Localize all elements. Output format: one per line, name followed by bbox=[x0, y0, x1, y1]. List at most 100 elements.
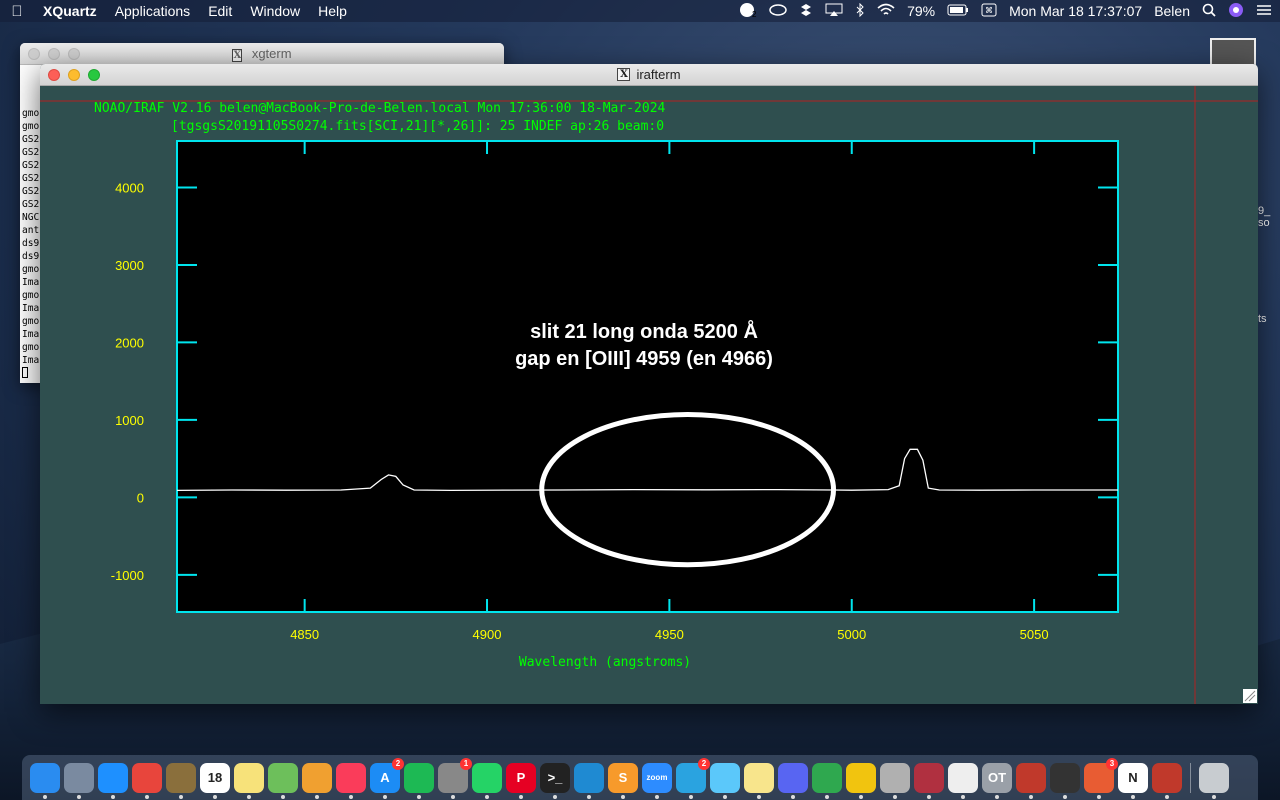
zoom-label: zoom bbox=[646, 773, 668, 782]
menu-bar:  XQuartz Applications Edit Window Help … bbox=[0, 0, 1280, 22]
archive-icon[interactable] bbox=[880, 762, 910, 799]
notes-icon[interactable] bbox=[234, 762, 264, 799]
running-indicator bbox=[587, 794, 591, 799]
menu-applications[interactable]: Applications bbox=[106, 3, 200, 19]
resize-grip[interactable] bbox=[1243, 689, 1257, 703]
notion-label: N bbox=[1128, 770, 1138, 785]
xgterm-line: ds9 bbox=[22, 251, 40, 262]
siri-icon[interactable] bbox=[1228, 2, 1244, 21]
menu-edit[interactable]: Edit bbox=[199, 3, 241, 19]
sublime-icon[interactable]: S bbox=[608, 762, 638, 799]
wifi-icon[interactable] bbox=[877, 3, 895, 20]
running-indicator bbox=[519, 794, 523, 799]
menu-app-name[interactable]: XQuartz bbox=[34, 3, 106, 19]
galaxy-icon[interactable] bbox=[914, 762, 944, 799]
ds9-icon[interactable]: OT bbox=[982, 762, 1012, 799]
circle-app-icon[interactable] bbox=[812, 762, 842, 799]
control-center-icon[interactable] bbox=[1256, 3, 1272, 20]
cat-app-icon[interactable] bbox=[846, 762, 876, 799]
calendar-icon[interactable]: 18 bbox=[200, 762, 230, 799]
xgterm-output[interactable]: gmo gmo GS2 GS2 GS2 GS2 GS2 GS2 NGC ant ds9 ds9 gmo I… bbox=[22, 107, 39, 378]
discord-icon[interactable] bbox=[778, 762, 808, 799]
iraf-header-line2: [tgsgsS20191105S0274.fits[SCI,21][*,26]]… bbox=[171, 119, 664, 134]
irafterm-graphics[interactable]: NOAO/IRAF V2.16 belen@MacBook-Pro-de-Bel… bbox=[40, 86, 1258, 704]
app-store-icon[interactable]: A2 bbox=[370, 757, 404, 799]
spectrum-plot[interactable]: NOAO/IRAF V2.16 belen@MacBook-Pro-de-Bel… bbox=[40, 86, 1258, 704]
bluetooth-icon[interactable] bbox=[855, 2, 865, 20]
telescope-icon[interactable] bbox=[1016, 762, 1046, 799]
music-icon[interactable] bbox=[336, 762, 366, 799]
running-indicator bbox=[111, 794, 115, 799]
menu-window[interactable]: Window bbox=[241, 3, 309, 19]
clock[interactable]: Mon Mar 18 17:37:07 bbox=[1009, 3, 1142, 19]
x11-icon: X bbox=[617, 68, 631, 81]
running-indicator bbox=[1131, 794, 1135, 799]
finder-icon[interactable] bbox=[30, 762, 60, 799]
annotation-line2: gap en [OIII] 4959 (en 4966) bbox=[515, 348, 773, 370]
photo-booth-icon[interactable] bbox=[1152, 762, 1182, 799]
dropbox-icon[interactable] bbox=[799, 3, 813, 20]
microsoft-office-icon[interactable]: 3 bbox=[1084, 757, 1118, 799]
menu-help[interactable]: Help bbox=[309, 3, 356, 19]
whatsapp-icon[interactable] bbox=[472, 762, 502, 799]
trash-icon[interactable] bbox=[1199, 762, 1229, 799]
xgterm-line: GS2 bbox=[22, 186, 40, 197]
text-cursor bbox=[22, 367, 28, 378]
irafterm-window[interactable]: X irafterm NOAO/IRAF V2.16 belen@MacBook… bbox=[40, 64, 1258, 704]
desktop-item-fragment[interactable]: ts bbox=[1258, 313, 1267, 325]
desktop-item-fragment[interactable]: 9_ so bbox=[1258, 205, 1270, 229]
running-indicator bbox=[451, 794, 455, 799]
battery-icon[interactable] bbox=[947, 3, 969, 19]
stickies-icon[interactable] bbox=[744, 762, 774, 799]
x-tick-label: 5050 bbox=[1020, 627, 1049, 642]
running-indicator bbox=[145, 794, 149, 799]
photos-icon[interactable] bbox=[302, 762, 332, 799]
textedit-icon[interactable] bbox=[948, 762, 978, 799]
y-tick-label: 2000 bbox=[115, 335, 144, 350]
xgterm-line: ds9 bbox=[22, 238, 40, 249]
running-indicator bbox=[621, 794, 625, 799]
airplay-icon[interactable] bbox=[825, 3, 843, 20]
irafterm-titlebar[interactable]: X irafterm bbox=[40, 64, 1258, 86]
running-indicator bbox=[77, 794, 81, 799]
running-indicator bbox=[383, 794, 387, 799]
telegram-icon[interactable]: 2 bbox=[676, 757, 710, 799]
notification-app-icon[interactable]: 2 bbox=[739, 2, 757, 21]
search-icon[interactable] bbox=[1202, 3, 1216, 20]
xgterm-line: gmo bbox=[22, 342, 40, 353]
chrome-icon[interactable] bbox=[132, 762, 162, 799]
ds9-label: OT bbox=[987, 770, 1007, 785]
calendar-label: 18 bbox=[207, 770, 223, 785]
x11-icon: X bbox=[232, 49, 243, 62]
xgterm-line: Ima bbox=[22, 355, 40, 366]
xgterm-line: Ima bbox=[22, 303, 40, 314]
apple-icon[interactable]:  bbox=[0, 3, 34, 20]
safari-icon[interactable] bbox=[98, 762, 128, 799]
terminal-icon[interactable]: >_ bbox=[540, 762, 570, 799]
pinterest-icon[interactable]: P bbox=[506, 762, 536, 799]
zoom-icon[interactable]: zoom bbox=[642, 762, 672, 799]
running-indicator bbox=[281, 794, 285, 799]
running-indicator bbox=[1029, 794, 1033, 799]
notion-icon[interactable]: N bbox=[1118, 762, 1148, 799]
keyboard-icon[interactable]: ⌘ bbox=[981, 3, 997, 20]
running-indicator bbox=[655, 794, 659, 799]
creative-cloud-icon[interactable] bbox=[769, 3, 787, 20]
spotify-icon[interactable] bbox=[404, 762, 434, 799]
y-tick-label: -1000 bbox=[111, 568, 144, 583]
vscode-icon[interactable] bbox=[574, 762, 604, 799]
launchpad-icon[interactable] bbox=[64, 762, 94, 799]
user-name[interactable]: Belen bbox=[1154, 3, 1190, 19]
svg-text:⌘: ⌘ bbox=[985, 6, 993, 15]
maps-icon[interactable] bbox=[268, 762, 298, 799]
messages-icon[interactable] bbox=[710, 762, 740, 799]
xgterm-titlebar[interactable]: X xgterm bbox=[20, 43, 504, 65]
system-preferences-icon[interactable]: 1 bbox=[438, 757, 472, 799]
xgterm-line: GS2 bbox=[22, 147, 40, 158]
running-indicator bbox=[723, 794, 727, 799]
x-tick-label: 4950 bbox=[655, 627, 684, 642]
dock: 18 A 2 1 P >_ Szoom 2 OT 3 N bbox=[22, 755, 1258, 800]
pinterest-label: P bbox=[516, 770, 526, 785]
xquartz-icon[interactable] bbox=[1050, 762, 1080, 799]
preview-icon[interactable] bbox=[166, 762, 196, 799]
